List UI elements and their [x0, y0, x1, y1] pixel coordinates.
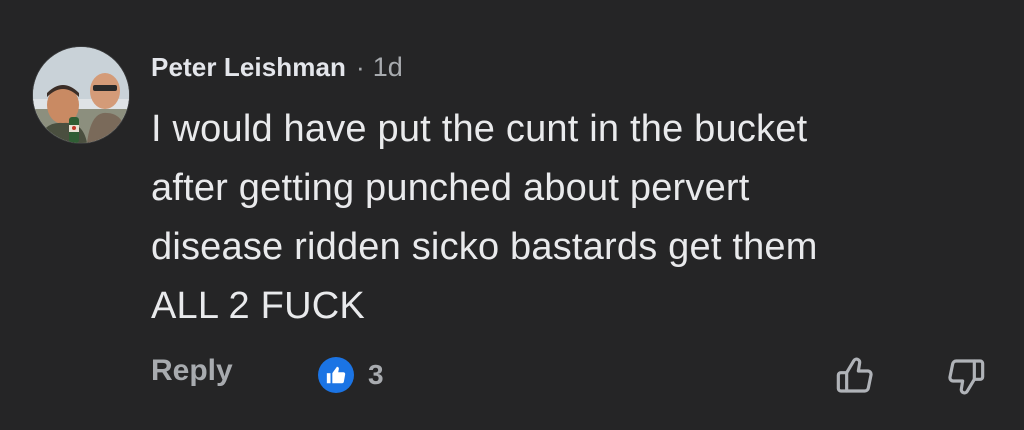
reaction-summary[interactable]: 3	[318, 357, 384, 393]
comment-text-line: disease ridden sicko bastards get them	[151, 226, 818, 268]
reply-button[interactable]: Reply	[151, 354, 233, 388]
thumbs-up-icon	[318, 357, 354, 393]
comment-item: Peter Leishman · 1d I would have put the…	[0, 0, 1024, 430]
comment-header: Peter Leishman · 1d	[151, 47, 403, 87]
comment-text-line: I would have put the cunt in the bucket	[151, 108, 808, 150]
avatar-photo	[33, 47, 129, 143]
like-count: 3	[368, 359, 384, 390]
thumbs-down-outline-icon	[948, 359, 985, 395]
separator-dot: ·	[356, 51, 365, 82]
comment-text-line: after getting punched about pervert	[151, 167, 750, 209]
comment-text: I would have put the cunt in the bucket …	[151, 100, 991, 336]
comment-text-line: ALL 2 FUCK	[151, 285, 365, 327]
author-name[interactable]: Peter Leishman	[151, 52, 346, 83]
upvote-button[interactable]	[833, 354, 877, 398]
thumbs-up-outline-icon	[836, 357, 873, 393]
downvote-button[interactable]	[944, 354, 988, 398]
timestamp[interactable]: 1d	[373, 52, 403, 83]
avatar[interactable]	[32, 46, 130, 144]
